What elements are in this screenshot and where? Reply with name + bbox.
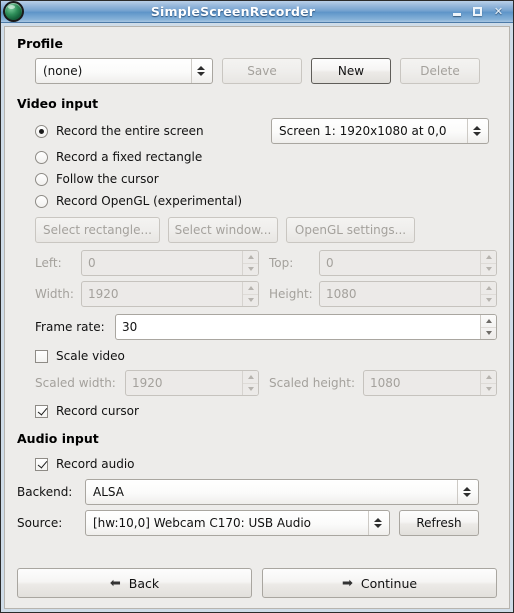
select-rectangle-button[interactable]: Select rectangle... [35,217,160,243]
checkbox-icon [35,458,48,471]
close-button[interactable]: ✕ [490,4,507,19]
left-value: 0 [82,256,242,270]
close-icon: ✕ [490,4,507,19]
backend-combo[interactable]: ALSA [85,479,479,505]
height-value: 1080 [320,287,480,301]
minimize-button[interactable] [448,4,465,19]
checkbox-record-audio[interactable]: Record audio [35,453,497,475]
checkbox-record-cursor[interactable]: Record cursor [35,400,497,422]
top-spinbox[interactable]: 0 [319,250,497,276]
spinner-arrows-icon[interactable] [242,282,258,306]
chevron-updown-icon [368,511,387,535]
radio-record-entire-screen[interactable]: Record the entire screen [35,120,271,142]
spinner-arrows-icon[interactable] [480,251,496,275]
checkbox-icon [35,350,48,363]
video-input-heading: Video input [17,96,497,111]
save-profile-button[interactable]: Save [222,58,302,84]
top-value: 0 [320,256,480,270]
navigation-bar: ⬅ Back ➡ Continue [17,568,497,598]
new-profile-button[interactable]: New [311,58,391,84]
arrow-left-icon: ⬅ [110,577,121,590]
top-label: Top: [269,256,319,270]
title-bar: SimpleScreenRecorder ✕ [1,1,513,23]
width-value: 1920 [82,287,242,301]
scaled-height-spinbox[interactable]: 1080 [363,370,497,396]
radio-icon [35,195,48,208]
window-controls: ✕ [448,4,507,19]
frame-rate-spinbox[interactable]: 30 [115,314,497,340]
select-window-button[interactable]: Select window... [168,217,278,243]
scaled-width-value: 1920 [126,376,242,390]
chevron-updown-icon [191,59,210,83]
spinner-arrows-icon[interactable] [480,371,496,395]
radio-label: Record a fixed rectangle [56,150,202,164]
scaled-width-label: Scaled width: [35,376,125,390]
spinner-arrows-icon[interactable] [480,315,496,339]
arrow-right-icon: ➡ [342,577,353,590]
profile-combo[interactable]: (none) [35,58,213,84]
back-button-label: Back [129,576,159,591]
refresh-button[interactable]: Refresh [399,510,479,536]
checkbox-scale-video[interactable]: Scale video [35,345,497,367]
spinner-arrows-icon[interactable] [242,371,258,395]
continue-button[interactable]: ➡ Continue [262,568,497,598]
profile-combo-value: (none) [43,64,191,78]
source-combo[interactable]: [hw:10,0] Webcam C170: USB Audio [85,510,390,536]
radio-label: Record OpenGL (experimental) [56,194,242,208]
left-spinbox[interactable]: 0 [81,250,259,276]
backend-label: Backend: [17,485,85,499]
record-cursor-label: Record cursor [56,404,139,418]
scale-video-label: Scale video [56,349,125,363]
maximize-button[interactable] [469,4,486,19]
left-label: Left: [35,256,81,270]
profile-heading: Profile [17,36,497,51]
delete-profile-button[interactable]: Delete [400,58,480,84]
radio-icon [35,173,48,186]
continue-button-label: Continue [361,576,417,591]
width-spinbox[interactable]: 1920 [81,281,259,307]
radio-icon [35,125,48,138]
audio-input-heading: Audio input [17,431,497,446]
frame-rate-value: 30 [116,320,480,334]
height-spinbox[interactable]: 1080 [319,281,497,307]
frame-rate-label: Frame rate: [35,320,115,334]
screen-select-value: Screen 1: 1920x1080 at 0,0 [279,124,467,138]
chevron-updown-icon [457,480,476,504]
scaled-height-label: Scaled height: [269,376,363,390]
back-button[interactable]: ⬅ Back [17,568,252,598]
scaled-width-spinbox[interactable]: 1920 [125,370,259,396]
application-window: SimpleScreenRecorder ✕ Profile (none) Sa… [0,0,514,613]
radio-record-opengl[interactable]: Record OpenGL (experimental) [35,190,497,212]
radio-follow-cursor[interactable]: Follow the cursor [35,168,497,190]
radio-icon [35,151,48,164]
backend-value: ALSA [93,485,457,499]
radio-label: Follow the cursor [56,172,159,186]
scaled-height-value: 1080 [364,376,480,390]
record-audio-label: Record audio [56,457,135,471]
width-label: Width: [35,287,81,301]
client-area: Profile (none) Save New Delete Video inp… [4,26,510,609]
spinner-arrows-icon[interactable] [242,251,258,275]
checkbox-icon [35,405,48,418]
source-label: Source: [17,516,85,530]
radio-record-fixed-rectangle[interactable]: Record a fixed rectangle [35,146,497,168]
radio-label: Record the entire screen [56,124,204,138]
opengl-settings-button[interactable]: OpenGL settings... [286,217,415,243]
spinner-arrows-icon[interactable] [480,282,496,306]
window-title: SimpleScreenRecorder [22,4,448,19]
screen-select-combo[interactable]: Screen 1: 1920x1080 at 0,0 [271,118,489,144]
chevron-updown-icon [467,119,486,143]
app-icon [5,3,22,20]
height-label: Height: [269,287,319,301]
source-value: [hw:10,0] Webcam C170: USB Audio [93,516,368,530]
